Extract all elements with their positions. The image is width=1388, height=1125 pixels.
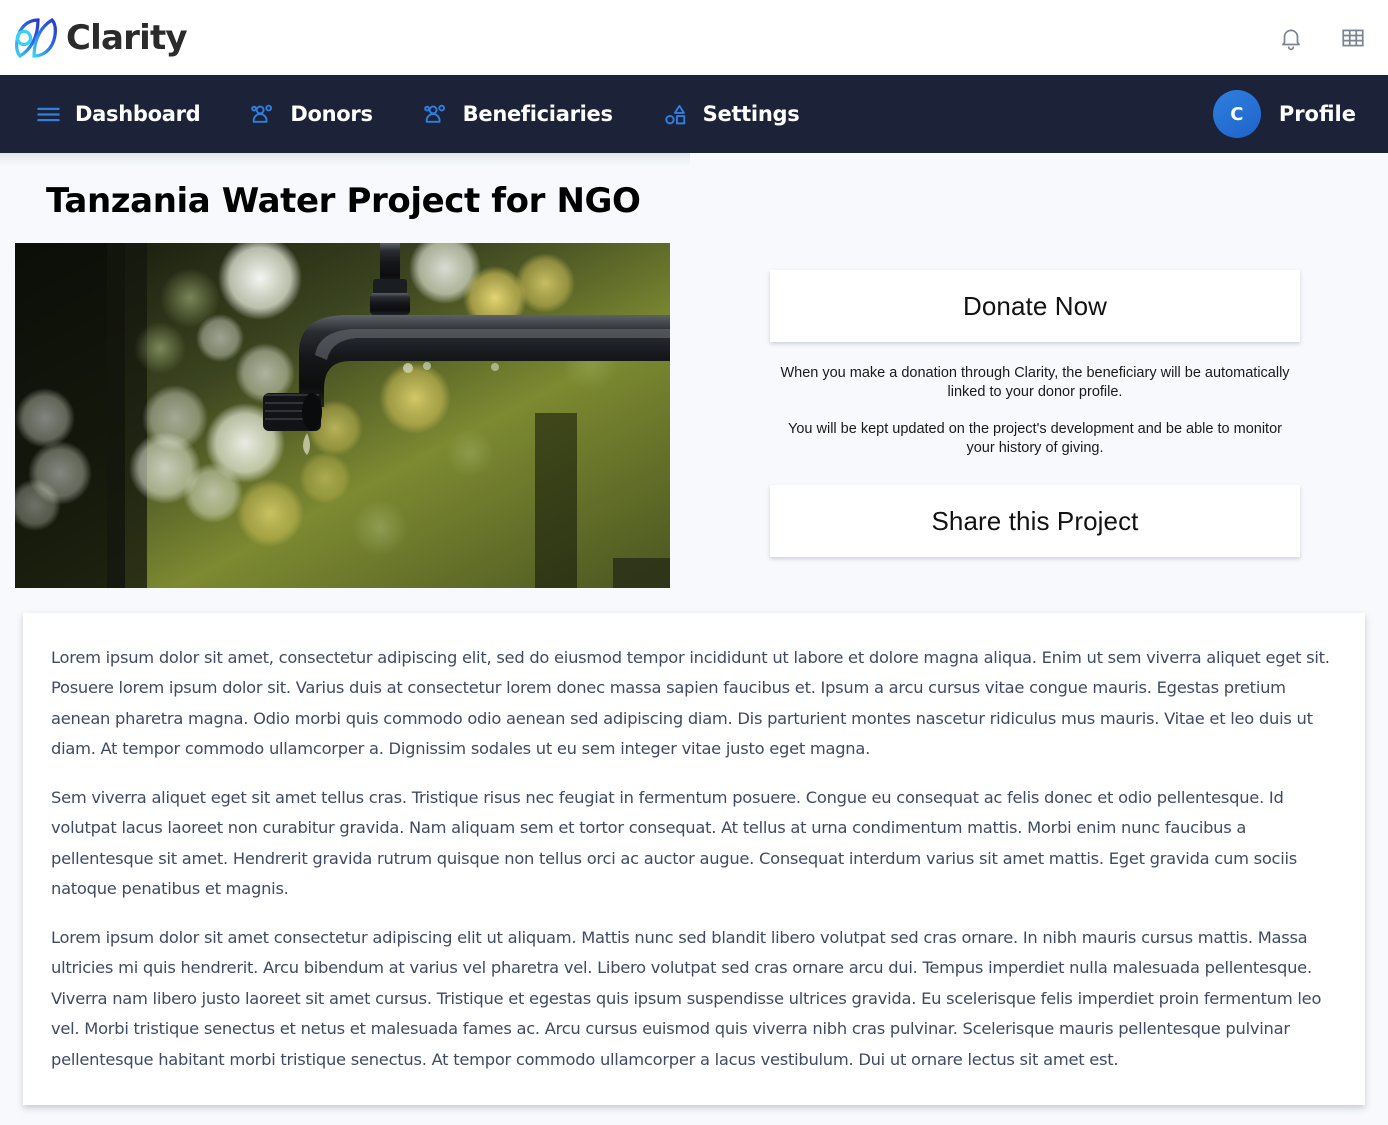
main-navigation: Dashboard Donors Beneficiaries Settings … [0, 75, 1388, 153]
brand-bar-actions [1278, 25, 1366, 51]
page-title: Tanzania Water Project for NGO [46, 181, 641, 221]
donation-blurb-2: You will be kept updated on the project'… [788, 421, 1282, 456]
avatar: C [1212, 90, 1261, 138]
donation-blurb-1: When you make a donation through Clarity… [780, 365, 1290, 400]
nav-label-dashboard: Dashboard [75, 102, 201, 126]
share-project-button[interactable]: Share this Project [770, 485, 1300, 558]
shapes-icon [663, 101, 690, 128]
profile-label: Profile [1278, 102, 1356, 126]
dripping-faucet-photo [15, 243, 670, 588]
nav-item-donors[interactable]: Donors [225, 75, 397, 153]
donate-now-button[interactable]: Donate Now [770, 270, 1300, 342]
people-group-icon [250, 101, 277, 128]
hero-image [15, 243, 670, 588]
clarity-butterfly-logo-icon [8, 10, 64, 66]
nav-label-beneficiaries: Beneficiaries [462, 102, 613, 126]
share-button-wrapper: Share this Project [770, 485, 1300, 558]
description-paragraph: Sem viverra aliquet eget sit amet tellus… [51, 787, 1298, 899]
nav-item-dashboard[interactable]: Dashboard [10, 75, 225, 153]
project-actions: Donate Now When you make a donation thro… [770, 243, 1300, 588]
project-description-card: Lorem ipsum dolor sit amet, consectetur … [23, 613, 1365, 1105]
bell-icon[interactable] [1278, 25, 1304, 51]
brand-logo[interactable]: Clarity [8, 10, 188, 66]
page-content: Tanzania Water Project for NGO Donate No… [0, 153, 1388, 1125]
brand-name: Clarity [66, 17, 188, 58]
description-paragraph: Lorem ipsum dolor sit amet consectetur a… [51, 927, 1322, 1069]
hamburger-menu-icon [35, 101, 62, 128]
brand-bar: Clarity [0, 0, 1388, 75]
grid-apps-icon[interactable] [1340, 25, 1366, 51]
nav-item-beneficiaries[interactable]: Beneficiaries [398, 75, 638, 153]
description-paragraph: Lorem ipsum dolor sit amet, consectetur … [51, 648, 1330, 759]
nav-item-settings[interactable]: Settings [638, 75, 825, 153]
profile-menu[interactable]: C Profile [1212, 90, 1366, 138]
nav-label-settings: Settings [702, 102, 800, 126]
people-group-icon [423, 101, 450, 128]
nav-items: Dashboard Donors Beneficiaries Settings [10, 75, 824, 153]
project-overview-row: Donate Now When you make a donation thro… [0, 221, 1388, 588]
nav-label-donors: Donors [290, 102, 373, 126]
